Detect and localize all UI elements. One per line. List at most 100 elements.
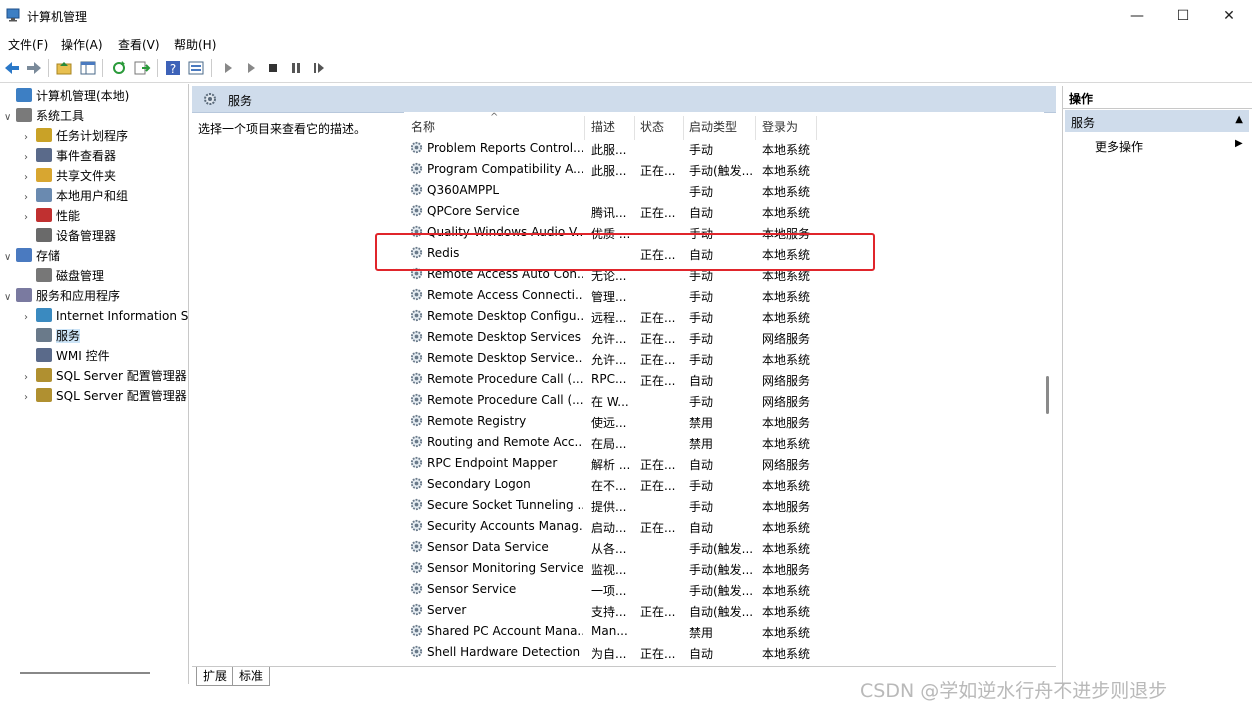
tab-extended[interactable]: 扩展: [196, 667, 235, 686]
forward-icon[interactable]: [25, 59, 43, 77]
tree-item[interactable]: 计算机管理(本地): [4, 86, 129, 106]
show-hide-tree-icon[interactable]: [79, 59, 97, 77]
cell-startup-type: 自动(触发...: [689, 605, 754, 619]
service-row[interactable]: Remote Procedure Call (... 在 W... 手动 网络服务: [404, 390, 1044, 411]
cell-status: 正在...: [640, 353, 676, 367]
properties-icon[interactable]: [187, 59, 205, 77]
stop-icon[interactable]: [264, 59, 282, 77]
expand-arrow-icon[interactable]: ∨: [4, 108, 16, 128]
tree-item[interactable]: › SQL Server 配置管理器: [24, 366, 187, 386]
cell-log-on-as: 网络服务: [762, 458, 811, 472]
service-row[interactable]: Secure Socket Tunneling ... 提供... 手动 本地服务: [404, 495, 1044, 516]
play-alt-icon[interactable]: [242, 59, 260, 77]
menu-help[interactable]: 帮助(H): [174, 36, 216, 53]
minimize-button[interactable]: —: [1114, 4, 1160, 28]
cell-description: 支持...: [591, 605, 627, 619]
menu-view[interactable]: 查看(V): [118, 36, 160, 53]
horizontal-scrollbar[interactable]: [20, 672, 150, 674]
tree-item[interactable]: › 事件查看器: [24, 146, 116, 166]
expand-arrow-icon[interactable]: ›: [24, 148, 36, 168]
column-log-on-as[interactable]: 登录为: [762, 118, 798, 140]
more-actions-link[interactable]: 更多操作: [1095, 138, 1143, 155]
expand-arrow-icon[interactable]: ›: [24, 308, 36, 328]
service-row[interactable]: Remote Desktop Configu... 远程... 正在... 手动 本地系…: [404, 306, 1044, 327]
service-row[interactable]: Remote Desktop Service... 允许... 正在... 手动 本地系…: [404, 348, 1044, 369]
service-row[interactable]: Remote Desktop Services 允许... 正在... 手动 网络服务: [404, 327, 1044, 348]
service-row[interactable]: Security Accounts Manag... 启动... 正在... 自动 本地…: [404, 516, 1044, 537]
cell-startup-type: 手动: [689, 332, 714, 346]
service-row[interactable]: Shared PC Account Mana... Man... 禁用 本地系统: [404, 621, 1044, 642]
actions-section-services[interactable]: 服务 ▲: [1065, 110, 1249, 132]
cell-status: 正在...: [640, 332, 676, 346]
service-gear-icon: [410, 519, 423, 532]
cell-startup-type: 自动: [689, 458, 714, 472]
service-row[interactable]: Routing and Remote Acc... 在局... 禁用 本地系统: [404, 432, 1044, 453]
tree-item[interactable]: WMI 控件: [24, 346, 110, 366]
cell-startup-type: 自动: [689, 647, 714, 661]
column-status[interactable]: 状态: [640, 118, 664, 140]
service-row[interactable]: Remote Registry 使远... 禁用 本地服务: [404, 411, 1044, 432]
service-row[interactable]: Sensor Monitoring Service 监视... 手动(触发... 本地…: [404, 558, 1044, 579]
menu-file[interactable]: 文件(F): [8, 36, 48, 53]
storage-icon: [16, 248, 32, 262]
service-row[interactable]: Q360AMPPL 手动 本地系统: [404, 180, 1044, 201]
tree-item[interactable]: › 任务计划程序: [24, 126, 128, 146]
tree-item[interactable]: 磁盘管理: [24, 266, 104, 286]
tree-item[interactable]: › 性能: [24, 206, 80, 226]
service-row[interactable]: Problem Reports Control... 此服... 手动 本地系统: [404, 138, 1044, 159]
tree-item[interactable]: › 共享文件夹: [24, 166, 116, 186]
expand-arrow-icon[interactable]: ›: [24, 208, 36, 228]
menu-action[interactable]: 操作(A): [61, 36, 103, 53]
expand-arrow-icon[interactable]: ›: [24, 368, 36, 388]
tree-item[interactable]: ∨ 存储: [4, 246, 60, 266]
collapse-icon[interactable]: ▲: [1235, 114, 1243, 125]
play-icon[interactable]: [219, 59, 237, 77]
cell-description: Man...: [591, 624, 628, 638]
column-name[interactable]: 名称: [411, 118, 435, 140]
column-startup-type[interactable]: 启动类型: [689, 118, 737, 140]
service-row[interactable]: Remote Procedure Call (... RPC... 正在... 自动 网…: [404, 369, 1044, 390]
tree-item-label: SQL Server 配置管理器: [56, 369, 187, 383]
export-icon[interactable]: [133, 59, 151, 77]
maximize-button[interactable]: ☐: [1160, 4, 1206, 28]
cell-name: Routing and Remote Acc...: [427, 435, 583, 449]
cell-description: 此服...: [591, 164, 627, 178]
tree-item[interactable]: › SQL Server 配置管理器: [24, 386, 187, 406]
cell-startup-type: 手动(触发...: [689, 563, 754, 577]
tree-item[interactable]: › 本地用户和组: [24, 186, 128, 206]
expand-arrow-icon[interactable]: ›: [24, 388, 36, 408]
help-icon[interactable]: ?: [164, 59, 182, 77]
service-row[interactable]: Program Compatibility A... 此服... 正在... 手动(触…: [404, 159, 1044, 180]
tree-item[interactable]: ∨ 系统工具: [4, 106, 84, 126]
tree-item[interactable]: 设备管理器: [24, 226, 116, 246]
column-description[interactable]: 描述: [591, 118, 615, 140]
expand-arrow-icon[interactable]: ›: [24, 128, 36, 148]
expand-arrow-icon[interactable]: ∨: [4, 288, 16, 308]
tree-item[interactable]: 服务: [24, 326, 81, 346]
service-row[interactable]: Secondary Logon 在不... 正在... 手动 本地系统: [404, 474, 1044, 495]
tab-standard[interactable]: 标准: [232, 667, 271, 686]
service-row[interactable]: Shell Hardware Detection 为自... 正在... 自动 本地系统: [404, 642, 1044, 663]
service-row[interactable]: Sensor Service 一项... 手动(触发... 本地系统: [404, 579, 1044, 600]
vertical-scrollbar[interactable]: [1046, 376, 1049, 414]
service-row[interactable]: Remote Access Connecti... 管理... 手动 本地系统: [404, 285, 1044, 306]
pause-icon[interactable]: [287, 59, 305, 77]
expand-arrow-icon[interactable]: ∨: [4, 248, 16, 268]
service-row[interactable]: RPC Endpoint Mapper 解析 ... 正在... 自动 网络服务: [404, 453, 1044, 474]
computer-icon: [16, 88, 32, 102]
close-button[interactable]: ✕: [1206, 4, 1252, 28]
service-row[interactable]: QPCore Service 腾讯... 正在... 自动 本地系统: [404, 201, 1044, 222]
service-row[interactable]: Sensor Data Service 从各... 手动(触发... 本地系统: [404, 537, 1044, 558]
cell-status: 正在...: [640, 374, 676, 388]
tree-item[interactable]: ∨ 服务和应用程序: [4, 286, 120, 306]
tree-item[interactable]: › Internet Information Services: [24, 306, 188, 328]
service-row[interactable]: Server 支持... 正在... 自动(触发... 本地系统: [404, 600, 1044, 621]
restart-icon[interactable]: [310, 59, 328, 77]
cell-name: QPCore Service: [427, 204, 520, 218]
expand-arrow-icon[interactable]: ›: [24, 168, 36, 188]
up-folder-icon[interactable]: [55, 59, 73, 77]
tree-item-label: 系统工具: [36, 109, 85, 123]
expand-arrow-icon[interactable]: ›: [24, 188, 36, 208]
refresh-icon[interactable]: [110, 59, 128, 77]
back-icon[interactable]: [3, 59, 21, 77]
